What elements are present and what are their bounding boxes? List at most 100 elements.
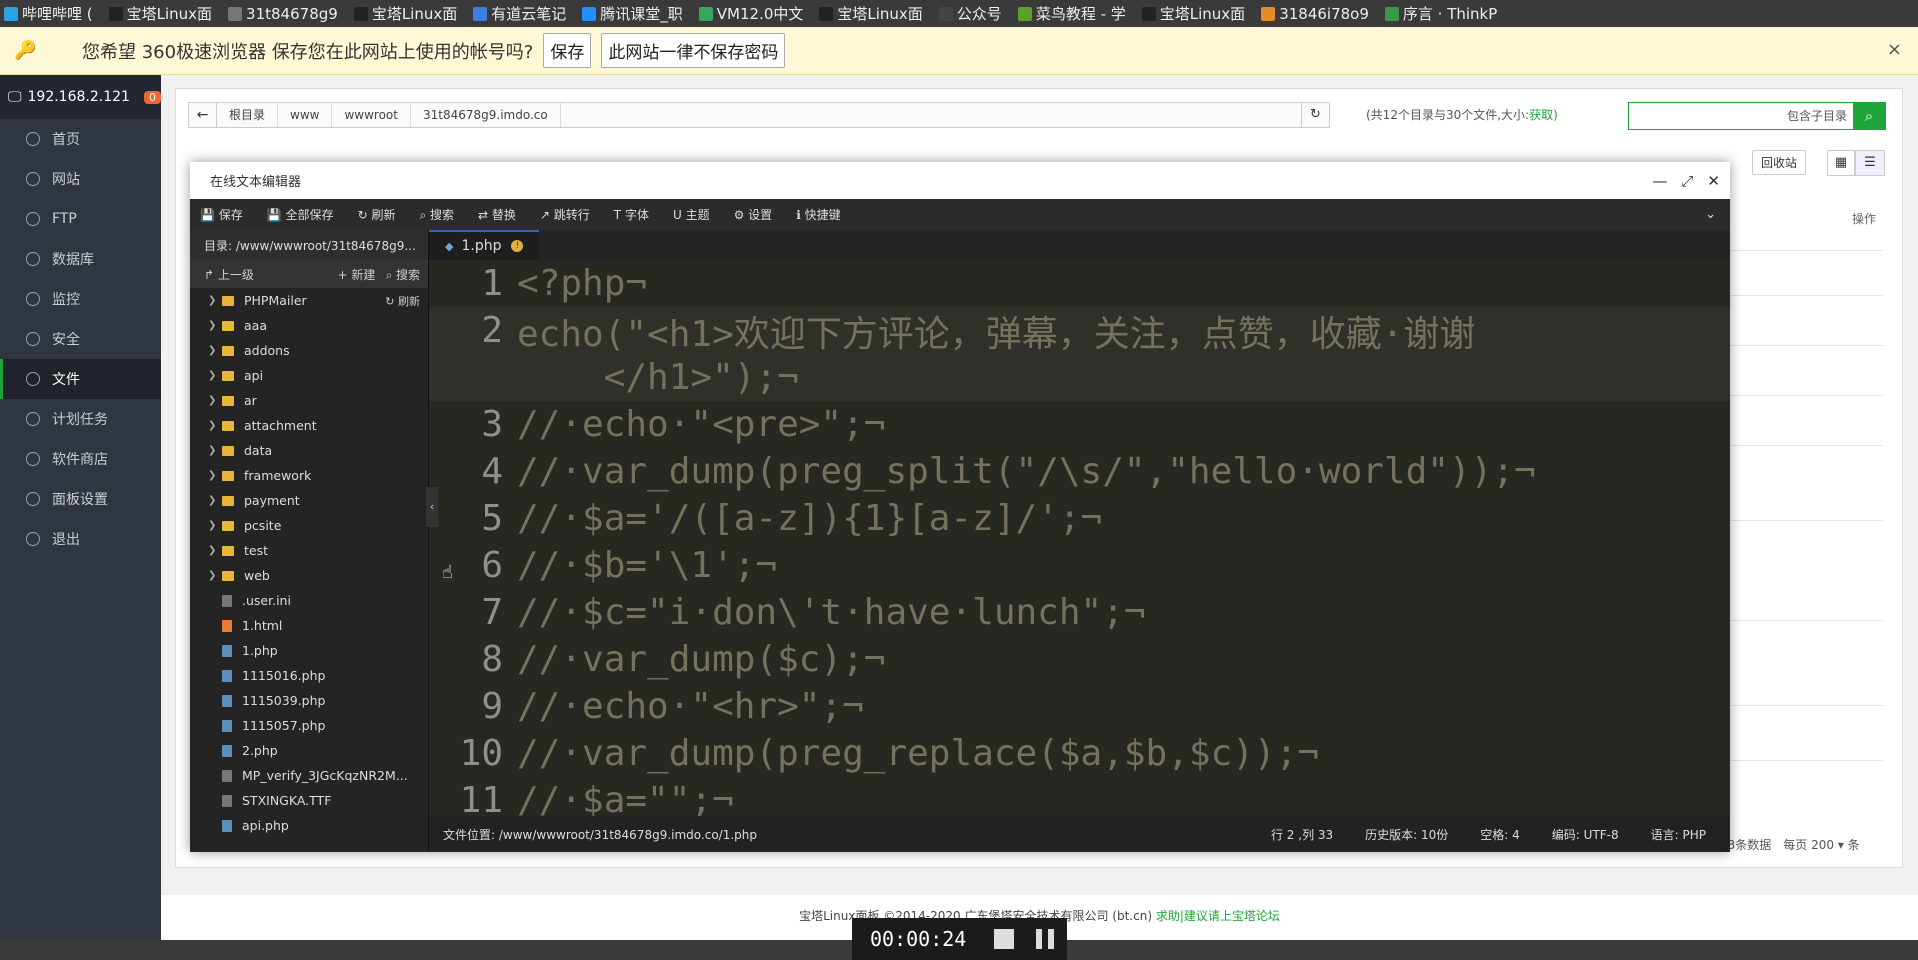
list-item[interactable]: ❯ test	[190, 538, 428, 563]
toolbar-button[interactable]: ⇄ 替换	[478, 206, 516, 223]
list-item[interactable]: 2.php	[190, 738, 428, 763]
tree-search-button[interactable]: ⌕ 搜索	[385, 266, 420, 283]
minimize-icon[interactable]: —	[1652, 172, 1667, 190]
toolbar-button[interactable]: ⚙ 设置	[734, 206, 773, 223]
bookmark-item[interactable]: 哔哩哔哩 (	[4, 3, 93, 24]
list-item[interactable]: ❯ ar	[190, 388, 428, 413]
save-password-button[interactable]: 保存	[543, 33, 592, 68]
get-size-link[interactable]: 获取)	[1529, 108, 1558, 122]
bookmark-item[interactable]: 腾讯课堂_职	[582, 3, 683, 24]
chevron-right-icon[interactable]: ❯	[190, 545, 216, 556]
bookmark-item[interactable]: 序言 · ThinkP	[1384, 3, 1497, 24]
never-save-button[interactable]: 此网站一律不保存密码	[601, 33, 786, 68]
list-item[interactable]: ❯ payment	[190, 488, 428, 513]
toolbar-button[interactable]: ↻ 刷新	[358, 206, 396, 223]
refresh-icon[interactable]: ↻	[1301, 103, 1329, 127]
breadcrumb-item-site[interactable]: 31t84678g9.imdo.co	[411, 103, 561, 127]
code-area[interactable]: 1 <?php¬ 2 echo("<h1>欢迎下方评论，弹幕，关注，点赞，收藏·谢谢 …	[429, 260, 1730, 816]
chevron-right-icon[interactable]: ❯	[190, 570, 216, 581]
toolbar-button[interactable]: 💾 保存	[200, 206, 243, 223]
list-item[interactable]: ❯ framework	[190, 463, 428, 488]
chevron-right-icon[interactable]: ❯	[190, 470, 216, 481]
recycle-bin-button[interactable]: 回收站	[1752, 150, 1807, 175]
list-item[interactable]: 1115057.php	[190, 713, 428, 738]
sidebar-item[interactable]: 数据库	[0, 239, 161, 279]
list-view-icon[interactable]: ☰	[1855, 150, 1885, 176]
sidebar-item[interactable]: 首页	[0, 119, 161, 159]
include-subdir-checkbox[interactable]: 包含子目录	[1787, 103, 1853, 129]
toolbar-button[interactable]: ⌕ 搜索	[419, 206, 454, 223]
sidebar-item[interactable]: FTP	[0, 199, 161, 239]
bookmark-item[interactable]: VM12.0中文	[698, 3, 803, 24]
sidebar-item[interactable]: 面板设置	[0, 479, 161, 519]
back-arrow-icon[interactable]: ←	[189, 103, 217, 127]
chevron-right-icon[interactable]: ❯	[190, 295, 216, 306]
bookmark-item[interactable]: 宝塔Linux面	[108, 3, 212, 24]
list-item[interactable]: .user.ini	[190, 588, 428, 613]
language-setting[interactable]: 语言: PHP	[1651, 826, 1706, 843]
breadcrumb-item-www[interactable]: www	[278, 103, 333, 127]
forum-link[interactable]: 求助|建议请上宝塔论坛	[1156, 909, 1280, 923]
bookmark-item[interactable]: 宝塔Linux面	[1141, 3, 1245, 24]
list-item[interactable]: ❯ web	[190, 563, 428, 588]
toolbar-button[interactable]: U 主题	[673, 206, 710, 223]
chevron-right-icon[interactable]: ❯	[190, 520, 216, 531]
chevron-right-icon[interactable]: ❯	[190, 395, 216, 406]
chevron-right-icon[interactable]: ❯	[190, 370, 216, 381]
bookmark-item[interactable]: 有道云笔记	[473, 3, 566, 24]
list-item[interactable]: ❯ addons	[190, 338, 428, 363]
list-item[interactable]: ❯ api	[190, 363, 428, 388]
close-icon[interactable]: ✕	[1707, 172, 1720, 190]
toolbar-button[interactable]: T 字体	[614, 206, 649, 223]
sidebar-item[interactable]: 文件	[0, 359, 161, 399]
new-file-button[interactable]: + 新建	[338, 266, 376, 283]
collapse-sidebar-icon[interactable]: ‹	[426, 487, 438, 527]
bookmark-item[interactable]: 宝塔Linux面	[353, 3, 457, 24]
bookmark-item[interactable]: 菜鸟教程 - 学	[1017, 3, 1126, 24]
tree-refresh-button[interactable]: ↻ 刷新	[385, 293, 420, 309]
sidebar-item[interactable]: 计划任务	[0, 399, 161, 439]
list-item[interactable]: ❯ data	[190, 438, 428, 463]
stop-icon[interactable]	[994, 929, 1015, 949]
bookmark-item[interactable]: 公众号	[938, 3, 1002, 24]
list-item[interactable]: ❯ attachment	[190, 413, 428, 438]
file-search[interactable]: 包含子目录 ⌕	[1628, 102, 1886, 130]
bookmark-item[interactable]: 31t84678g9	[228, 5, 338, 23]
chevron-right-icon[interactable]: ❯	[190, 345, 216, 356]
bookmark-item[interactable]: 宝塔Linux面	[819, 3, 923, 24]
toolbar-button[interactable]: ℹ 快捷键	[796, 206, 840, 223]
sidebar-item[interactable]: 软件商店	[0, 439, 161, 479]
close-icon[interactable]: ×	[1887, 39, 1902, 60]
toolbar-button[interactable]: 💾 全部保存	[267, 206, 334, 223]
sidebar-item[interactable]: 监控	[0, 279, 161, 319]
list-item[interactable]: 1.html	[190, 613, 428, 638]
list-item[interactable]: ❯ aaa	[190, 313, 428, 338]
list-item[interactable]: MP_verify_3JGcKqzNR2M...	[190, 763, 428, 788]
sidebar-item[interactable]: 网站	[0, 159, 161, 199]
list-item[interactable]: 1.php	[190, 638, 428, 663]
toolbar-button[interactable]: ↗ 跳转行	[540, 206, 590, 223]
chevron-down-icon[interactable]: ⌄	[1705, 207, 1716, 222]
list-item[interactable]: STXINGKA.TTF	[190, 788, 428, 813]
list-item[interactable]: 1115016.php	[190, 663, 428, 688]
maximize-icon[interactable]: ⤢	[1681, 172, 1693, 190]
sidebar-item[interactable]: 安全	[0, 319, 161, 359]
sidebar-item[interactable]: 退出	[0, 519, 161, 559]
notification-badge[interactable]: 0	[143, 90, 161, 104]
pause-icon[interactable]	[1036, 929, 1055, 949]
history-versions[interactable]: 历史版本: 10份	[1365, 826, 1448, 843]
bookmark-item[interactable]: 31846i78o9	[1261, 5, 1369, 23]
up-level-button[interactable]: ↱ 上一级	[204, 266, 254, 283]
tab-1-php[interactable]: ◆ 1.php !	[429, 230, 540, 260]
chevron-right-icon[interactable]: ❯	[190, 420, 216, 431]
cursor-position[interactable]: 行 2 ,列 33	[1271, 826, 1333, 843]
chevron-right-icon[interactable]: ❯	[190, 495, 216, 506]
list-item[interactable]: api.php	[190, 813, 428, 838]
page-size-select[interactable]: 每页 200 ▾ 条	[1783, 836, 1859, 853]
breadcrumb-item-root[interactable]: 根目录	[217, 103, 279, 127]
chevron-right-icon[interactable]: ❯	[190, 445, 216, 456]
list-item[interactable]: 1115039.php	[190, 688, 428, 713]
encoding-setting[interactable]: 编码: UTF-8	[1552, 826, 1619, 843]
breadcrumb-item-wwwroot[interactable]: wwwroot	[332, 103, 411, 127]
list-item[interactable]: ❯ PHPMailer ↻ 刷新	[190, 288, 428, 313]
